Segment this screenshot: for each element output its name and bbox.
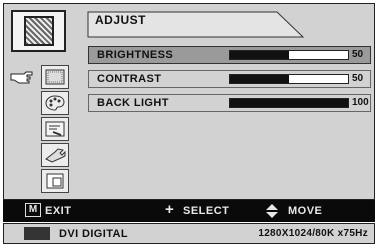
status-bar: DVI DIGITAL 1280X1024/80K x75Hz <box>3 223 375 244</box>
move-hint: MOVE <box>288 205 323 217</box>
menu-row-back-light[interactable]: BACK LIGHT 100 <box>88 94 371 112</box>
resolution-mode: 1280X1024/80K x75Hz <box>258 228 368 239</box>
brightness-slider[interactable] <box>229 50 349 60</box>
window-icon[interactable] <box>41 169 69 193</box>
input-source: DVI DIGITAL <box>59 228 128 240</box>
slider-fill <box>230 51 289 59</box>
slider-fill <box>230 99 348 107</box>
tools-icon[interactable] <box>41 117 69 141</box>
exit-hint: EXIT <box>45 205 72 217</box>
hint-bar: M EXIT + SELECT MOVE <box>3 200 375 222</box>
plus-icon: + <box>165 201 174 218</box>
menu-row-brightness[interactable]: BRIGHTNESS 50 <box>88 46 371 64</box>
up-down-arrows-icon <box>266 204 278 218</box>
row-label: BACK LIGHT <box>97 97 169 109</box>
row-label: BRIGHTNESS <box>97 49 174 61</box>
osd-menu: BRIGHTNESS 50 CONTRAST 50 BACK LIGHT 100… <box>0 0 379 247</box>
row-label: CONTRAST <box>97 73 162 85</box>
osd-panel: BRIGHTNESS 50 CONTRAST 50 BACK LIGHT 100 <box>3 3 375 200</box>
select-hint: SELECT <box>183 205 230 217</box>
contrast-slider[interactable] <box>229 74 349 84</box>
menu-title: ADJUST <box>95 13 147 27</box>
adjust-icon-graphic <box>23 16 54 46</box>
slider-fill <box>230 75 289 83</box>
picture-icon[interactable] <box>41 65 69 89</box>
color-palette-icon[interactable] <box>41 91 69 115</box>
row-value: 50 <box>352 49 364 60</box>
row-value: 100 <box>352 97 369 108</box>
row-value: 50 <box>352 73 364 84</box>
input-swatch-icon <box>24 227 50 240</box>
menu-key-icon[interactable]: M <box>25 203 41 217</box>
pointing-hand-icon <box>10 71 33 84</box>
wrench-icon[interactable] <box>41 143 69 167</box>
adjust-icon[interactable] <box>11 10 66 52</box>
back-light-slider[interactable] <box>229 98 349 108</box>
menu-row-contrast[interactable]: CONTRAST 50 <box>88 70 371 88</box>
